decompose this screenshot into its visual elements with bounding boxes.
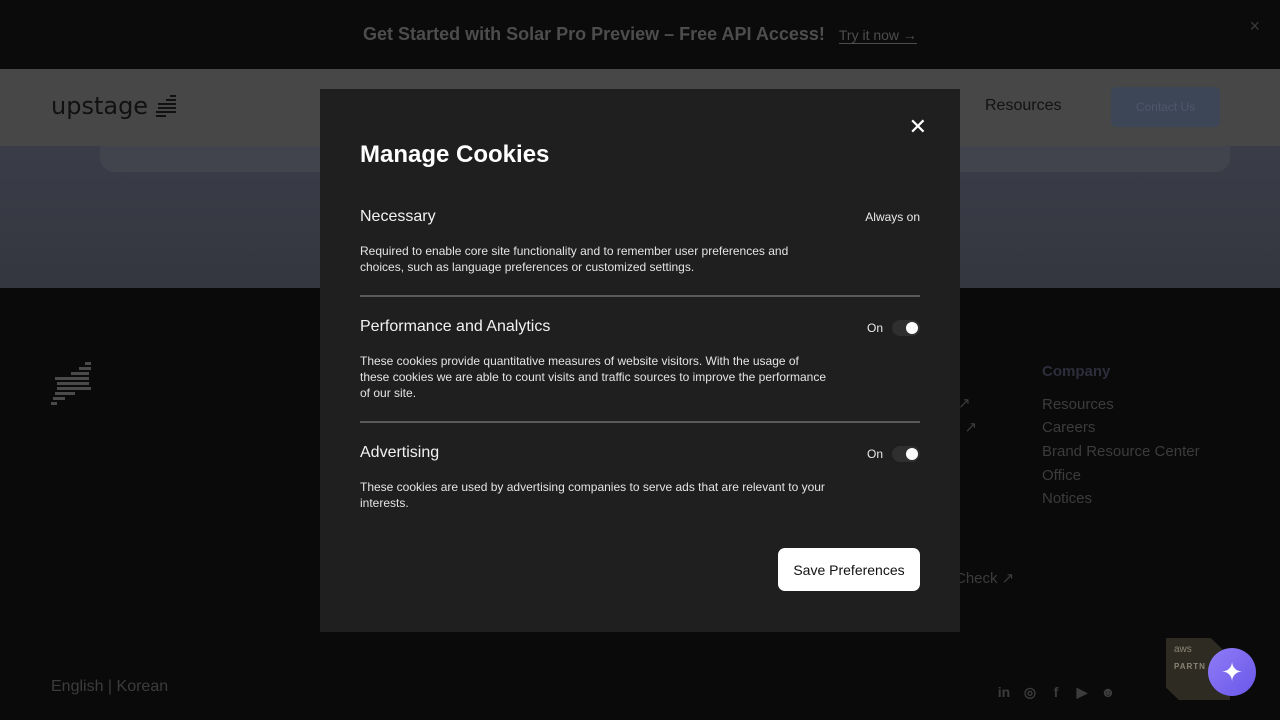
toggle-knob — [906, 322, 918, 334]
section-status: On — [867, 446, 920, 462]
manage-cookies-modal: ✕ Manage Cookies Necessary Always on Req… — [320, 89, 960, 632]
logo-mark-icon — [154, 93, 178, 119]
close-icon[interactable]: × — [1249, 16, 1260, 37]
close-icon[interactable]: ✕ — [909, 116, 927, 138]
section-description: These cookies provide quantitative measu… — [360, 354, 827, 400]
youtube-icon[interactable]: ▶ — [1074, 684, 1090, 700]
cookie-section-necessary: Necessary Always on Required to enable c… — [360, 208, 920, 275]
save-preferences-button[interactable]: Save Preferences — [778, 548, 920, 591]
try-it-now-link[interactable]: Try it now → — [839, 27, 917, 43]
language-switcher[interactable]: English | Korean — [51, 678, 168, 696]
social-links: in ◎ f ▶ ☻ — [996, 684, 1116, 701]
toggle-label: On — [866, 447, 883, 461]
cookie-section-advertising: Advertising On These cookies are used by… — [360, 444, 920, 511]
modal-title: Manage Cookies — [360, 141, 550, 168]
linkedin-icon[interactable]: in — [996, 684, 1012, 700]
section-title: Necessary — [360, 208, 436, 225]
footer-link-notices[interactable]: Notices — [1042, 490, 1092, 507]
facebook-icon[interactable]: f — [1048, 684, 1064, 700]
toggle-label: On — [866, 321, 883, 335]
contact-us-button[interactable]: Contact Us — [1111, 87, 1220, 127]
upstage-logo[interactable]: upstage — [51, 92, 178, 120]
footer-link-brand-resource-center[interactable]: Brand Resource Center — [1042, 443, 1200, 460]
footer-logo-icon — [51, 360, 93, 410]
performance-toggle[interactable] — [892, 320, 920, 336]
toggle-knob — [906, 448, 918, 460]
footer-link-office[interactable]: Office — [1042, 467, 1081, 484]
cookie-section-performance: Performance and Analytics On These cooki… — [360, 318, 920, 401]
announcement-text: Get Started with Solar Pro Preview – Fre… — [363, 24, 825, 44]
divider — [360, 295, 920, 297]
footer-company-title: Company — [1042, 363, 1111, 380]
section-title: Performance and Analytics — [360, 318, 551, 335]
footer-link-resources[interactable]: Resources — [1042, 396, 1114, 413]
nav-resources[interactable]: Resources — [985, 97, 1061, 115]
instagram-icon[interactable]: ◎ — [1022, 684, 1038, 700]
always-on-label: Always on — [865, 210, 920, 224]
section-status: On — [867, 320, 920, 336]
section-description: Required to enable core site functionali… — [360, 244, 789, 274]
logo-text: upstage — [51, 92, 149, 120]
divider — [360, 421, 920, 423]
footer-link-careers[interactable]: Careers — [1042, 419, 1095, 436]
advertising-toggle[interactable] — [892, 446, 920, 462]
section-status: Always on — [865, 210, 920, 224]
section-description: These cookies are used by advertising co… — [360, 480, 825, 510]
section-title: Advertising — [360, 444, 440, 461]
announcement-bar: Get Started with Solar Pro Preview – Fre… — [0, 0, 1280, 69]
discord-icon[interactable]: ☻ — [1100, 684, 1116, 700]
assistant-sparkle-icon[interactable]: ✦ — [1208, 648, 1256, 696]
footer-external-link-3[interactable]: Check ↗ — [955, 569, 1014, 587]
page: Get Started with Solar Pro Preview – Fre… — [0, 0, 1280, 720]
